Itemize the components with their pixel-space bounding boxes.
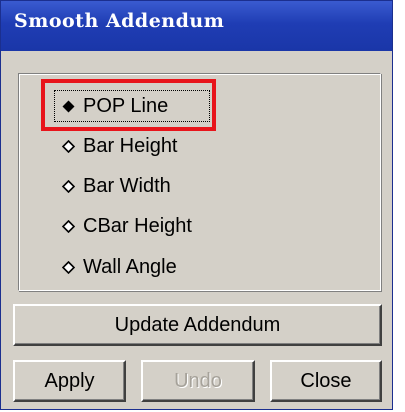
diamond-outline-icon xyxy=(60,216,77,236)
radio-label: Bar Height xyxy=(83,134,178,157)
close-button[interactable]: Close xyxy=(270,360,382,402)
radio-label: CBar Height xyxy=(83,214,192,237)
annotation-highlight-box xyxy=(41,79,216,131)
title-bar[interactable]: Smooth Addendum xyxy=(1,1,392,51)
update-addendum-button[interactable]: Update Addendum xyxy=(13,304,382,346)
radio-label: Bar Width xyxy=(83,174,171,197)
smooth-addendum-dialog: Smooth Addendum POP Line Bar Height Bar … xyxy=(0,0,393,410)
radio-wall-angle[interactable]: Wall Angle xyxy=(60,250,177,284)
apply-button[interactable]: Apply xyxy=(13,360,126,402)
undo-button[interactable]: Undo xyxy=(141,360,255,402)
diamond-outline-icon xyxy=(60,136,77,156)
radio-bar-width[interactable]: Bar Width xyxy=(60,169,171,203)
diamond-outline-icon xyxy=(60,257,77,277)
radio-cbar-height[interactable]: CBar Height xyxy=(60,209,192,243)
radio-bar-height[interactable]: Bar Height xyxy=(60,129,178,163)
diamond-outline-icon xyxy=(60,176,77,196)
window-title: Smooth Addendum xyxy=(14,10,225,32)
radio-label: Wall Angle xyxy=(83,255,177,278)
